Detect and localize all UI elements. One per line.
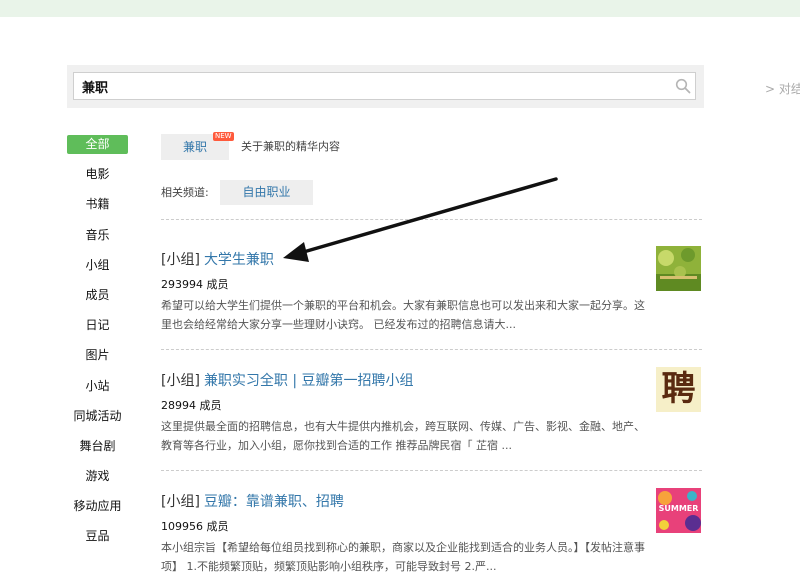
divider xyxy=(161,349,702,350)
nav-item-events[interactable]: 同城活动 xyxy=(67,406,128,436)
nav-item-label: 电影 xyxy=(85,167,110,182)
result-thumbnail[interactable]: SUMMER xyxy=(656,488,701,533)
result-member-count: 109956 成员 xyxy=(161,520,229,533)
category-nav: 全部 电影 书籍 音乐 小组 成员 日记 图片 小站 同城活动 舞台剧 游戏 移… xyxy=(67,134,128,557)
result-name-link[interactable]: 豆瓣：靠谱兼职、招聘 xyxy=(204,494,344,510)
nav-item-groups[interactable]: 小组 xyxy=(67,255,128,285)
nav-item-movie[interactable]: 电影 xyxy=(67,164,128,194)
nav-item-label: 移动应用 xyxy=(73,499,122,514)
nav-item-label: 日记 xyxy=(85,318,110,333)
nav-item-label: 同城活动 xyxy=(73,408,122,423)
search-input[interactable] xyxy=(73,72,696,100)
topic-tag-description: 关于兼职的精华内容 xyxy=(241,140,340,153)
result-type: [小组] xyxy=(161,494,200,510)
nav-item-photos[interactable]: 图片 xyxy=(67,345,128,375)
result-title: [小组] 兼职实习全职 | 豆瓣第一招聘小组 xyxy=(161,370,414,390)
nav-item-label: 音乐 xyxy=(85,227,110,242)
result-description: 这里提供最全面的招聘信息，也有大牛提供内推机会，跨互联网、传媒、广告、影视、金融… xyxy=(161,420,645,452)
result-thumbnail[interactable] xyxy=(656,246,701,291)
result-title: [小组] 大学生兼职 xyxy=(161,249,274,269)
divider xyxy=(161,219,702,220)
result-thumbnail[interactable]: 聘 xyxy=(656,367,701,412)
nav-item-all[interactable]: 全部 xyxy=(67,134,128,164)
nav-item-label: 舞台剧 xyxy=(79,438,116,453)
nav-item-label: 成员 xyxy=(85,287,110,302)
result-member-count: 293994 成员 xyxy=(161,278,229,291)
result-description: 本小组宗旨【希望给每位组员找到称心的兼职，商家以及企业能找到适合的业务人员。】【… xyxy=(161,541,645,573)
nav-item-label: 小站 xyxy=(85,378,110,393)
nav-item-doupin[interactable]: 豆品 xyxy=(67,526,128,556)
nav-item-members[interactable]: 成员 xyxy=(67,285,128,315)
nav-item-apps[interactable]: 移动应用 xyxy=(67,496,128,526)
divider xyxy=(161,470,702,471)
new-badge: NEW xyxy=(213,132,234,141)
thumbnail-text: SUMMER xyxy=(658,504,699,513)
nav-item-drama[interactable]: 舞台剧 xyxy=(67,436,128,466)
nav-item-books[interactable]: 书籍 xyxy=(67,194,128,224)
nav-item-diary[interactable]: 日记 xyxy=(67,315,128,345)
result-name-link[interactable]: 兼职实习全职 | 豆瓣第一招聘小组 xyxy=(204,373,414,389)
nav-item-label: 图片 xyxy=(85,348,110,363)
side-link[interactable]: > 对结 xyxy=(765,80,800,97)
related-channel-chip[interactable]: 自由职业 xyxy=(220,180,313,205)
nav-item-label: 游戏 xyxy=(85,469,110,484)
result-type: [小组] xyxy=(161,252,200,268)
thumbnail-text: 聘 xyxy=(661,369,696,409)
nav-item-music[interactable]: 音乐 xyxy=(67,225,128,255)
topic-tag-button[interactable]: 兼职 NEW xyxy=(161,132,234,160)
nav-item-label: 豆品 xyxy=(85,529,110,544)
nav-item-label: 书籍 xyxy=(85,197,110,212)
topic-tag-label: 兼职 xyxy=(182,140,207,154)
nav-item-games[interactable]: 游戏 xyxy=(67,466,128,496)
nav-item-label: 全部 xyxy=(67,135,128,154)
related-channels-label: 相关频道: xyxy=(161,186,209,199)
result-description: 希望可以给大学生们提供一个兼职的平台和机会。大家有兼职信息也可以发出来和大家一起… xyxy=(161,299,645,331)
result-member-count: 28994 成员 xyxy=(161,399,222,412)
top-bar xyxy=(0,0,800,17)
result-type: [小组] xyxy=(161,373,200,389)
result-name-link[interactable]: 大学生兼职 xyxy=(204,252,274,268)
search-icon[interactable] xyxy=(675,78,691,94)
search-bar xyxy=(67,65,704,108)
result-title: [小组] 豆瓣：靠谱兼职、招聘 xyxy=(161,491,344,511)
nav-item-label: 小组 xyxy=(85,257,110,272)
nav-item-sites[interactable]: 小站 xyxy=(67,376,128,406)
